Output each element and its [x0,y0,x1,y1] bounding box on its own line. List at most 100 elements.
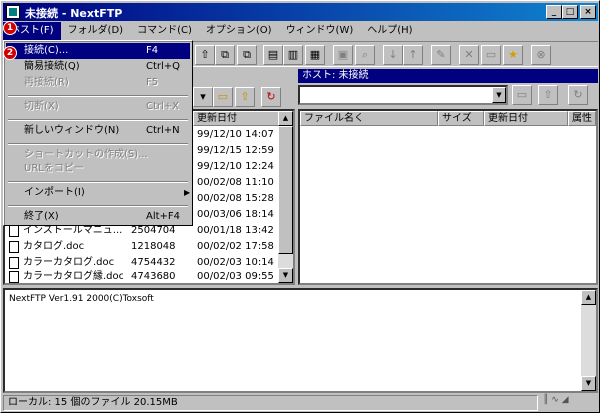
remote-path-combo[interactable]: ▼ [298,85,508,105]
text-mode-icon[interactable]: ▦ [305,45,325,65]
app-window: 未接続 - NextFTP _ □ × ホスト(F) フォルダ(D) コマンド(… [0,0,600,413]
minimize-button[interactable]: _ [546,5,562,19]
title-bar[interactable]: 未接続 - NextFTP _ □ × [3,3,598,21]
scroll-down-icon[interactable]: ▼ [581,376,596,391]
col-header-name[interactable]: ファイル名く [300,111,438,126]
cell-size: 4743680 [131,271,176,282]
view-list-icon[interactable]: ▤ [263,45,283,65]
menu-separator [8,119,188,121]
folder-sync-icon[interactable]: ⧉ [237,45,257,65]
copy-folder-icon[interactable]: ⧉ [215,45,235,65]
menu-item-import[interactable]: インポート(I) ▶ [6,185,190,201]
remote-file-list[interactable]: ファイル名く サイズ 更新日付 属性 [298,109,598,285]
menu-item-label: 再接続(R) [24,77,69,88]
col-header-date[interactable]: 更新日付 [193,111,279,126]
menu-command[interactable]: コマンド(C) [130,22,199,40]
binary-mode-icon[interactable]: ▣ [333,45,353,65]
submenu-arrow-icon: ▶ [184,188,191,197]
log-vertical-scrollbar[interactable]: ▲ ▼ [581,290,596,391]
edit-icon[interactable]: ✎ [431,45,451,65]
scroll-up-icon[interactable]: ▲ [581,290,596,305]
menu-item-label: 新しいウィンドウ(N) [24,125,120,136]
menu-item-label: 接続(C)... [24,45,69,56]
open-folder-icon[interactable]: ▭ [213,87,233,107]
col-header-attr[interactable]: 属性 [568,111,596,126]
table-row[interactable]: カタログ.doc 1218048 00/02/02 17:58 [5,239,279,255]
combo-arrow-icon[interactable]: ▾ [193,87,213,107]
folder-up-icon[interactable]: ⇧ [195,45,215,65]
menu-item-shortcut: F4 [146,45,159,56]
parent-folder-icon[interactable]: ⇧ [235,87,255,107]
remote-parent-icon[interactable]: ⇧ [538,85,558,105]
cell-date: 00/02/08 11:10 [197,177,274,188]
upload-icon[interactable]: ↑ [403,45,423,65]
cell-date: 99/12/15 12:59 [197,145,274,156]
document-icon [9,225,19,237]
menu-item-exit[interactable]: 終了(X) Alt+F4 [6,209,190,225]
host-menu-dropdown: 接続(C)... F4 簡易接続(Q) Ctrl+Q 再接続(R) F5 切断(… [3,40,193,226]
refresh-icon[interactable]: ↻ [261,87,281,107]
menu-item-label: 切断(X) [24,101,59,112]
status-bar: ローカル: 15 個のファイル 20.15MB ║ ∿ ◢ [3,395,598,412]
search-icon[interactable]: ⌕ [355,45,375,65]
cell-date: 00/03/06 18:14 [197,209,274,220]
menu-item-connect[interactable]: 接続(C)... F4 [6,43,190,59]
menu-window[interactable]: ウィンドウ(W) [279,22,361,40]
table-row[interactable]: カラーカタログ縁.doc 4743680 00/02/03 09:55 [5,269,279,285]
cell-date: 00/02/03 09:55 [197,271,274,282]
menu-item-quick-connect[interactable]: 簡易接続(Q) Ctrl+Q [6,59,190,75]
menu-item-shortcut: F5 [146,77,159,88]
menu-separator [8,143,188,145]
cell-size: 1218048 [131,241,176,252]
menu-help[interactable]: ヘルプ(H) [360,22,419,40]
menu-item-label: 終了(X) [24,211,59,222]
view-detail-icon[interactable]: ▥ [283,45,303,65]
remote-pane: ホスト: 未接続 ▼ ▭ ⇧ ↻ ファイル名く サイズ 更新日付 属性 [298,69,598,285]
cell-name: カタログ.doc [23,241,85,252]
document-icon [9,241,19,253]
cell-date: 00/01/18 13:42 [197,225,274,236]
menu-folder[interactable]: フォルダ(D) [61,22,131,40]
remote-folder-icon[interactable]: ▭ [512,85,532,105]
status-text: ローカル: 15 個のファイル 20.15MB [3,395,538,411]
maximize-button[interactable]: □ [562,5,578,19]
remote-refresh-icon[interactable]: ↻ [568,85,588,105]
menu-item-shortcut: Ctrl+X [146,101,180,112]
cell-date: 00/02/02 17:58 [197,241,274,252]
stop-icon[interactable]: ⊗ [531,45,551,65]
menu-separator [8,181,188,183]
cell-name: カラーカタログ縁.doc [23,271,123,282]
scroll-up-icon[interactable]: ▲ [278,111,293,126]
menu-item-reconnect[interactable]: 再接続(R) F5 [6,75,190,91]
chevron-down-icon[interactable]: ▼ [492,87,506,103]
menu-bar: ホスト(F) フォルダ(D) コマンド(C) オプション(O) ウィンドウ(W)… [3,22,598,40]
menu-item-disconnect[interactable]: 切断(X) Ctrl+X [6,99,190,115]
resize-grip-icon: ║ ∿ ◢ [543,395,569,405]
download-icon[interactable]: ↓ [383,45,403,65]
new-folder-icon[interactable]: ★ [503,45,523,65]
menu-item-new-window[interactable]: 新しいウィンドウ(N) Ctrl+N [6,123,190,139]
rename-icon[interactable]: ▭ [481,45,501,65]
menu-item-copy-url[interactable]: URLをコピー [6,161,190,177]
menu-option[interactable]: オプション(O) [199,22,279,40]
menu-separator [8,95,188,97]
menu-item-label: ショートカットの作成(S)... [24,149,148,160]
col-header-size[interactable]: サイズ [438,111,484,126]
log-panel[interactable]: NextFTP Ver1.91 2000(C)Toxsoft ▲ ▼ [3,288,598,393]
cell-date: 99/12/10 14:07 [197,129,274,140]
callout-badge-one: 1 [3,21,17,35]
menu-item-label: インポート(I) [24,187,85,198]
host-status-label: ホスト: 未接続 [298,69,598,83]
log-text: NextFTP Ver1.91 2000(C)Toxsoft [9,294,154,304]
document-icon [9,257,19,269]
app-icon[interactable] [6,5,20,19]
delete-icon[interactable]: ✕ [459,45,479,65]
scroll-thumb[interactable] [278,126,293,254]
menu-item-shortcut: Ctrl+N [146,125,180,136]
col-header-date[interactable]: 更新日付 [484,111,568,126]
callout-badge-two: 2 [3,46,17,60]
scroll-down-icon[interactable]: ▼ [278,268,293,283]
local-vertical-scrollbar[interactable]: ▲ ▼ [278,111,293,283]
close-button[interactable]: × [580,5,596,19]
window-title: 未接続 - NextFTP [25,7,123,20]
